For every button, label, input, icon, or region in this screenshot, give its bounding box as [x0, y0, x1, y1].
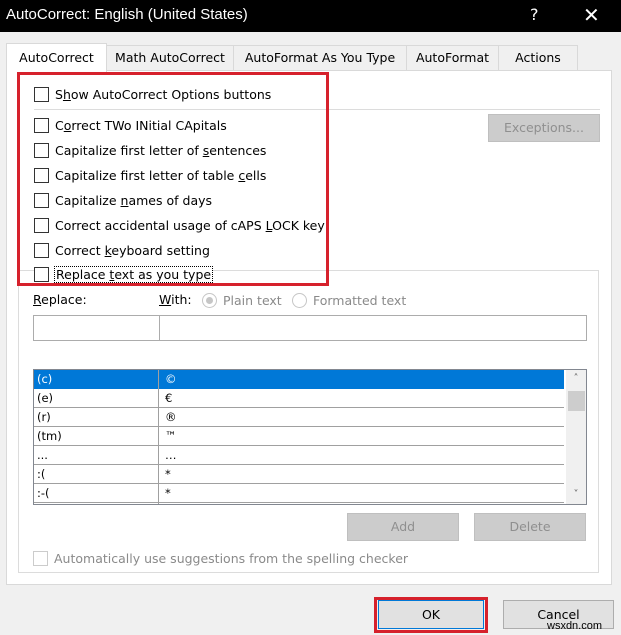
watermark: wsxdn.com: [547, 620, 603, 632]
list-row[interactable]: (c) ©: [34, 370, 564, 389]
window-title: AutoCorrect: English (United States): [6, 6, 248, 23]
checkbox-box[interactable]: [34, 266, 49, 282]
separator: [34, 109, 600, 110]
checkbox-box[interactable]: [33, 550, 48, 566]
ok-button[interactable]: OK: [378, 600, 484, 629]
checkbox-label: Correct keyboard setting: [55, 242, 210, 258]
scroll-up-icon[interactable]: ˄: [566, 370, 586, 388]
checkbox-box[interactable]: [34, 242, 49, 258]
show-autocorrect-options-checkbox[interactable]: Show AutoCorrect Options buttons: [34, 85, 271, 103]
title-bar: AutoCorrect: English (United States) ? ✕: [0, 0, 621, 32]
checkbox-label: Capitalize names of days: [55, 192, 213, 208]
caps-lock-checkbox[interactable]: Correct accidental usage of cAPS LOCK ke…: [34, 216, 325, 234]
checkbox-label: Show AutoCorrect Options buttons: [55, 86, 272, 102]
checkbox-label: Capitalize first letter of sentences: [55, 142, 267, 158]
spelling-suggestions-checkbox[interactable]: Automatically use suggestions from the s…: [33, 549, 408, 567]
replace-cell: ...: [37, 448, 48, 462]
capitalize-days-checkbox[interactable]: Capitalize names of days: [34, 191, 212, 209]
with-cell: ©: [165, 372, 177, 386]
replace-cell: (r): [37, 410, 51, 424]
autocorrect-entries-list[interactable]: (c) © (e) € (r) ® (tm) ™ ... … :( * :-( …: [33, 369, 587, 505]
list-row[interactable]: :( *: [34, 465, 564, 484]
help-icon[interactable]: ?: [530, 5, 539, 24]
radio-label: Formatted text: [313, 293, 407, 308]
checkbox-label: Correct TWo INitial CApitals: [55, 117, 227, 133]
tab-autoformat-as-you-type[interactable]: AutoFormat As You Type: [233, 45, 407, 71]
checkbox-label: Replace text as you type: [53, 265, 214, 283]
list-scrollbar[interactable]: ˄ ˅: [566, 370, 586, 504]
formatted-text-radio[interactable]: Formatted text: [292, 293, 406, 308]
radio-dot[interactable]: [202, 293, 217, 308]
replace-cell: (tm): [37, 429, 62, 443]
checkbox-box[interactable]: [34, 167, 49, 183]
plain-text-radio[interactable]: Plain text: [202, 293, 282, 308]
exceptions-button[interactable]: Exceptions...: [488, 114, 600, 142]
checkbox-label: Capitalize first letter of table cells: [55, 167, 267, 183]
list-row[interactable]: :-( *: [34, 484, 564, 503]
capitalize-sentences-checkbox[interactable]: Capitalize first letter of sentences: [34, 141, 266, 159]
with-cell: *: [165, 486, 171, 500]
keyboard-setting-checkbox[interactable]: Correct keyboard setting: [34, 241, 210, 259]
checkbox-box[interactable]: [34, 192, 49, 208]
replace-cell: :(: [37, 467, 46, 481]
checkbox-box[interactable]: [34, 86, 49, 102]
add-button[interactable]: Add: [347, 513, 459, 541]
list-row[interactable]: (tm) ™: [34, 427, 564, 446]
with-cell: €: [165, 391, 173, 405]
scroll-down-icon[interactable]: ˅: [566, 486, 586, 504]
with-cell: ™: [165, 429, 177, 443]
with-cell: ®: [165, 410, 177, 424]
checkbox-label: Automatically use suggestions from the s…: [54, 550, 409, 566]
checkbox-box[interactable]: [34, 217, 49, 233]
replace-input[interactable]: [33, 315, 160, 341]
checkbox-box[interactable]: [34, 117, 49, 133]
list-row[interactable]: (e) €: [34, 389, 564, 408]
delete-button[interactable]: Delete: [474, 513, 586, 541]
scroll-thumb[interactable]: [568, 391, 585, 411]
with-input[interactable]: [159, 315, 587, 341]
replace-cell: (c): [37, 372, 53, 386]
with-cell: *: [165, 467, 171, 481]
replace-cell: :-(: [37, 486, 50, 500]
replace-text-checkbox[interactable]: Replace text as you type: [34, 265, 214, 283]
with-cell: …: [165, 448, 177, 462]
radio-label: Plain text: [223, 293, 282, 308]
tab-autoformat[interactable]: AutoFormat: [406, 45, 499, 71]
with-label: With:: [159, 292, 192, 307]
capitalize-table-cells-checkbox[interactable]: Capitalize first letter of table cells: [34, 166, 266, 184]
replace-label: Replace:: [33, 292, 87, 307]
checkbox-box[interactable]: [34, 142, 49, 158]
tab-autocorrect[interactable]: AutoCorrect: [6, 43, 107, 73]
replace-cell: (e): [37, 391, 54, 405]
list-row[interactable]: ... …: [34, 446, 564, 465]
checkbox-label: Correct accidental usage of cAPS LOCK ke…: [55, 217, 325, 233]
column-divider: [158, 370, 159, 504]
close-icon[interactable]: ✕: [583, 3, 600, 27]
list-row[interactable]: (r) ®: [34, 408, 564, 427]
correct-two-initial-capitals-checkbox[interactable]: Correct TWo INitial CApitals: [34, 116, 227, 134]
tab-math-autocorrect[interactable]: Math AutoCorrect: [106, 45, 234, 71]
radio-dot[interactable]: [292, 293, 307, 308]
tab-actions[interactable]: Actions: [498, 45, 578, 71]
